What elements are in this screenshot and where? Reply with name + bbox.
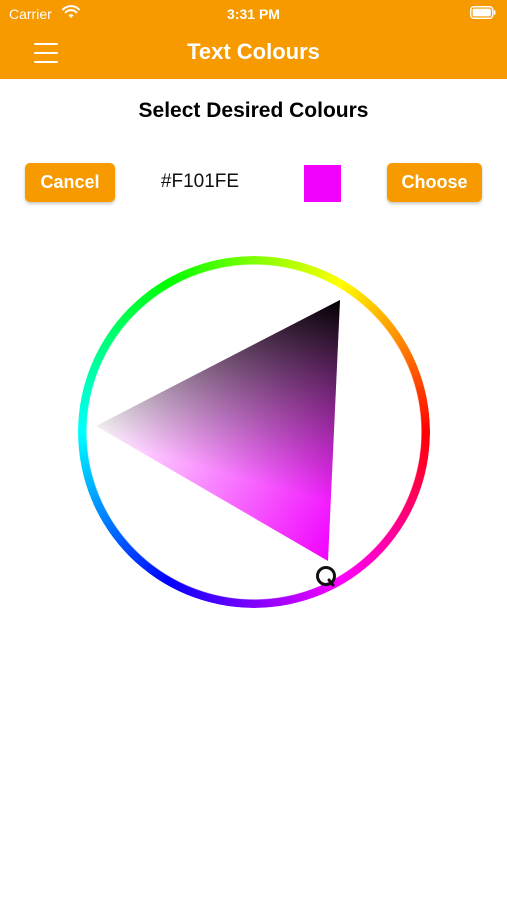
selected-color-swatch: [304, 165, 341, 202]
saturation-value-triangle[interactable]: [78, 256, 430, 608]
section-heading: Select Desired Colours: [138, 99, 369, 122]
status-bar: Carrier 3:31 PM: [0, 0, 507, 28]
color-wheel-picker: [78, 256, 430, 608]
hex-value-label: #F101FE: [160, 171, 240, 192]
app-screen: Carrier 3:31 PM Text Colours Select Desi…: [0, 0, 507, 900]
hue-selector-handle[interactable]: [314, 564, 338, 588]
cancel-button[interactable]: Cancel: [25, 163, 115, 202]
navigation-bar: Text Colours: [0, 28, 507, 79]
status-time: 3:31 PM: [227, 6, 280, 22]
page-title: Text Colours: [187, 39, 320, 64]
battery-icon: [470, 6, 496, 19]
choose-button[interactable]: Choose: [387, 163, 482, 202]
